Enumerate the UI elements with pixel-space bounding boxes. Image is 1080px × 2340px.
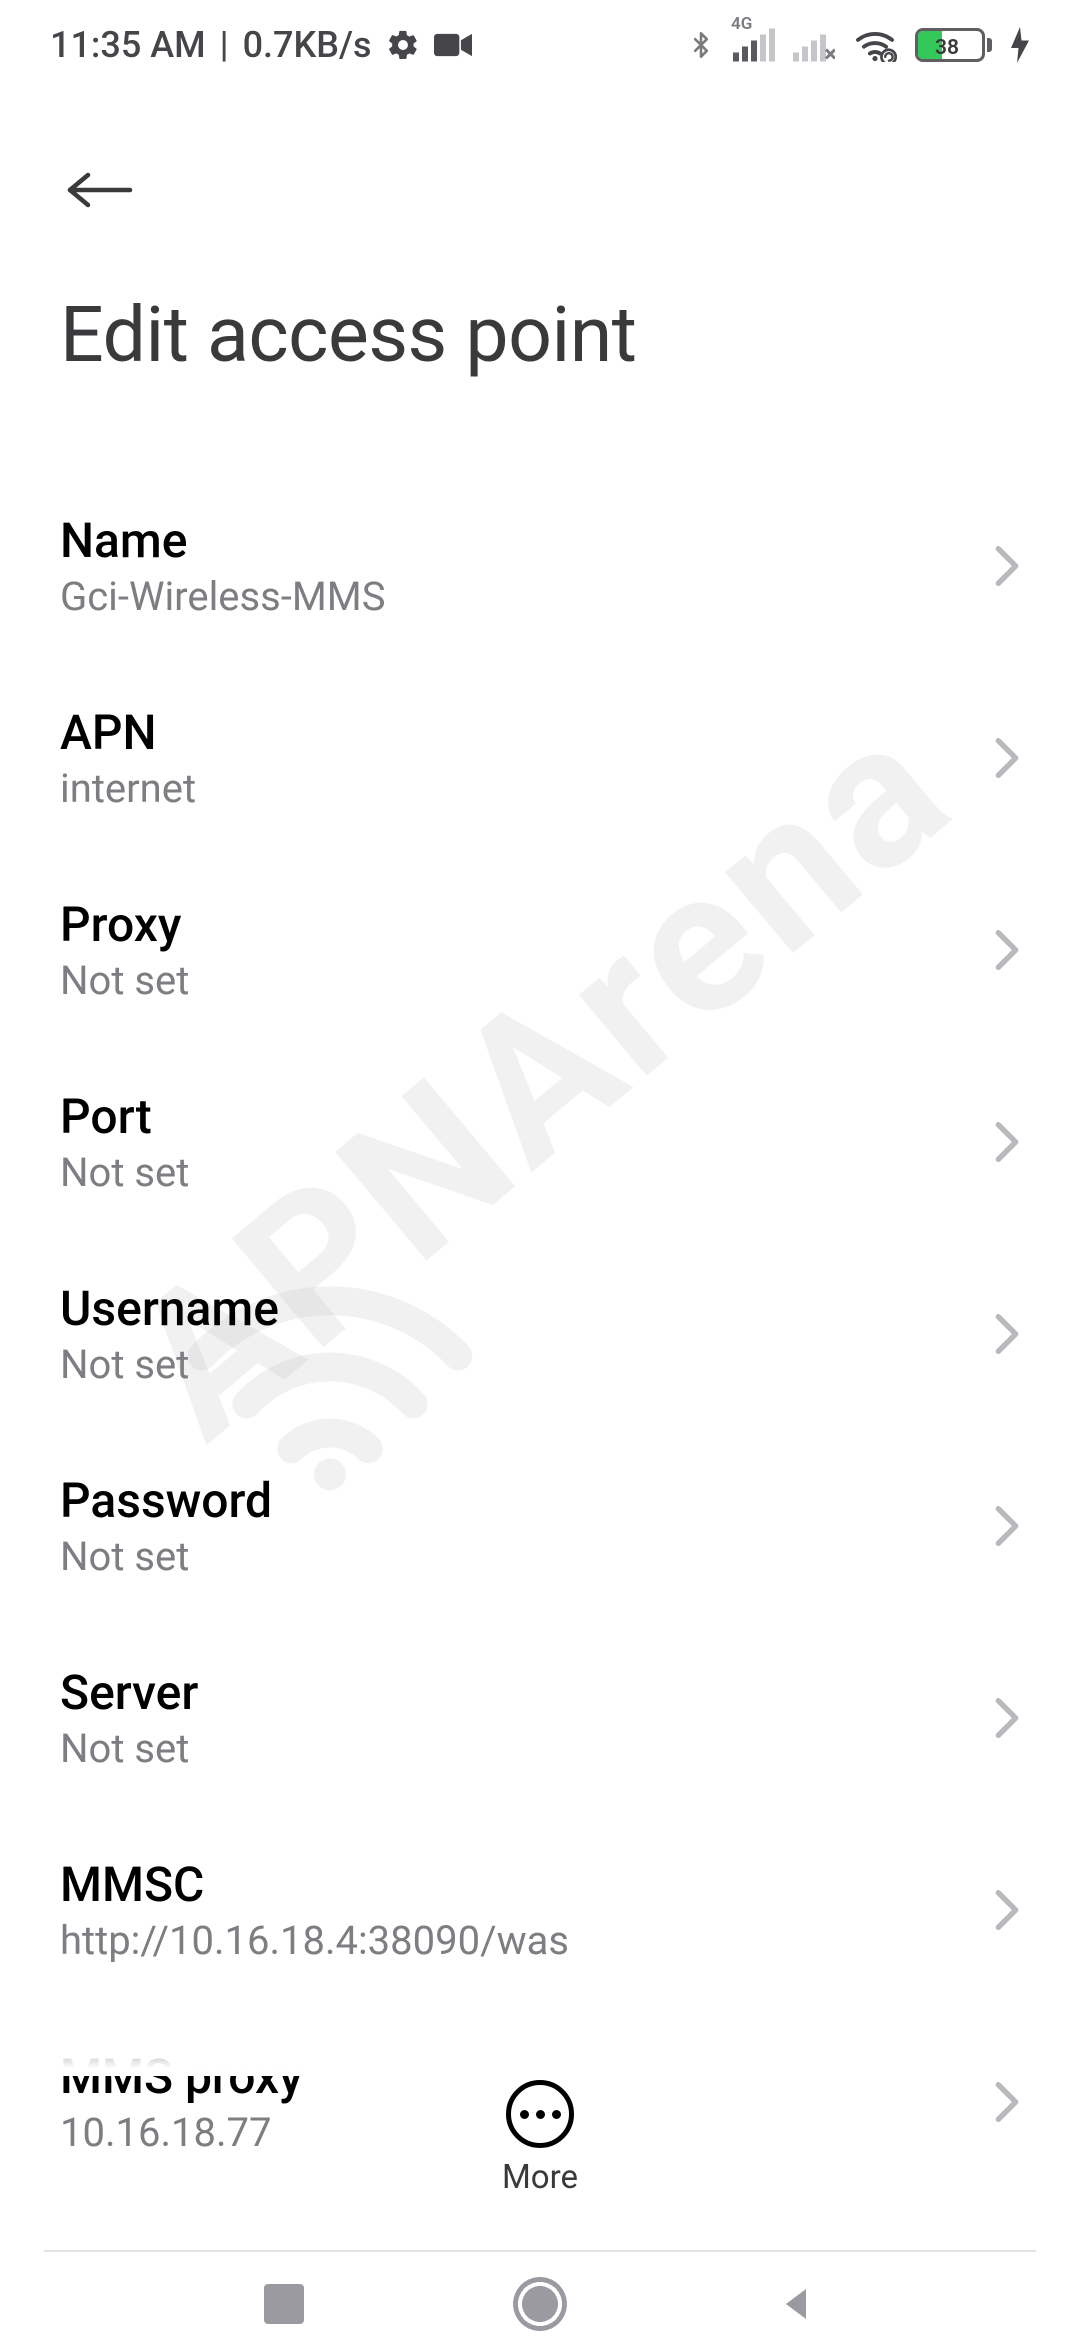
charging-icon xyxy=(1010,27,1030,63)
row-username[interactable]: Username Not set xyxy=(60,1238,1020,1430)
page-title: Edit access point xyxy=(0,250,1080,410)
battery-indicator: 38 xyxy=(915,28,992,62)
signal-2-icon xyxy=(793,28,835,62)
row-value: Not set xyxy=(60,1533,970,1580)
bottom-separator xyxy=(44,2250,1036,2252)
chevron-right-icon xyxy=(994,1888,1020,1932)
row-label: MMSC xyxy=(60,1856,970,1913)
camera-icon xyxy=(434,31,472,59)
nav-home-button[interactable] xyxy=(513,2277,567,2331)
arrow-left-icon xyxy=(64,166,136,214)
row-label: Name xyxy=(60,512,970,569)
chevron-right-icon xyxy=(994,1696,1020,1740)
wifi-icon xyxy=(853,28,897,62)
chevron-right-icon xyxy=(994,1312,1020,1356)
status-net-speed: 0.7KB/s xyxy=(243,24,372,66)
row-mmsc[interactable]: MMSC http://10.16.18.4:38090/was xyxy=(60,1814,1020,2006)
status-time: 11:35 AM xyxy=(50,24,206,66)
row-label: Password xyxy=(60,1472,970,1529)
row-value: http://10.16.18.4:38090/was xyxy=(60,1917,970,1964)
row-label: Proxy xyxy=(60,896,970,953)
nav-back-button[interactable] xyxy=(776,2282,816,2326)
more-label: More xyxy=(502,2158,578,2197)
row-value: Not set xyxy=(60,1725,970,1772)
status-bar: 11:35 AM | 0.7KB/s 4G 38 xyxy=(0,0,1080,90)
settings-list: Name Gci-Wireless-MMS APN internet Proxy… xyxy=(0,410,1080,2198)
row-label: Server xyxy=(60,1664,970,1721)
chevron-right-icon xyxy=(994,1120,1020,1164)
more-button[interactable] xyxy=(506,2080,574,2148)
row-proxy[interactable]: Proxy Not set xyxy=(60,854,1020,1046)
row-port[interactable]: Port Not set xyxy=(60,1046,1020,1238)
nav-recents-button[interactable] xyxy=(264,2284,304,2324)
row-value: Not set xyxy=(60,957,970,1004)
bluetooth-icon xyxy=(687,25,715,65)
chevron-right-icon xyxy=(994,544,1020,588)
system-nav-bar xyxy=(0,2268,1080,2340)
row-label: Port xyxy=(60,1088,970,1145)
chevron-right-icon xyxy=(994,736,1020,780)
row-server[interactable]: Server Not set xyxy=(60,1622,1020,1814)
row-value: internet xyxy=(60,765,970,812)
gear-icon xyxy=(386,28,420,62)
row-password[interactable]: Password Not set xyxy=(60,1430,1020,1622)
row-value: Not set xyxy=(60,1149,970,1196)
row-apn[interactable]: APN internet xyxy=(60,662,1020,854)
row-value: Gci-Wireless-MMS xyxy=(60,573,970,620)
signal-1-icon: 4G xyxy=(733,28,775,62)
status-sep: | xyxy=(220,24,229,66)
row-value: Not set xyxy=(60,1341,970,1388)
row-label: APN xyxy=(60,704,970,761)
chevron-right-icon xyxy=(994,1504,1020,1548)
row-name[interactable]: Name Gci-Wireless-MMS xyxy=(60,470,1020,662)
back-button[interactable] xyxy=(60,150,140,230)
chevron-right-icon xyxy=(994,928,1020,972)
row-label: Username xyxy=(60,1280,970,1337)
